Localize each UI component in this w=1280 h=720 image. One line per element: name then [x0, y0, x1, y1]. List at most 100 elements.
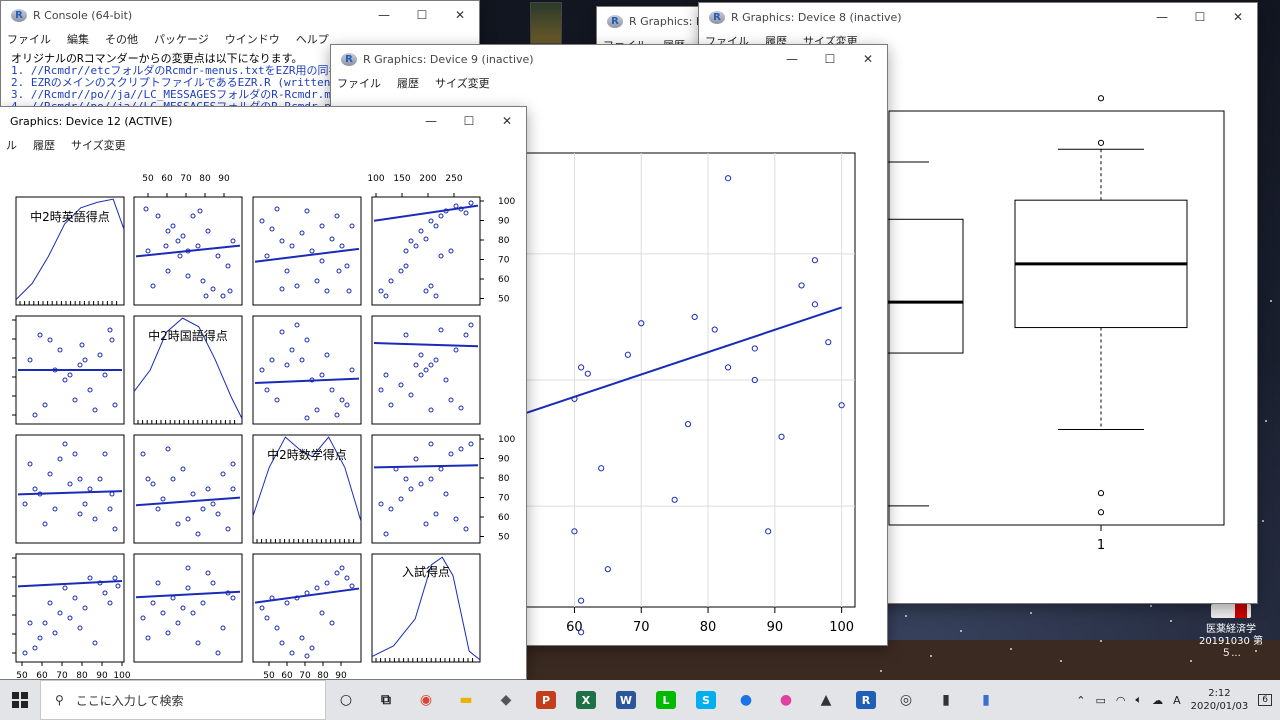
desktop-icon-pdf[interactable]: 医薬経済学 20191030 第５...	[1196, 604, 1266, 660]
axis-label: 50	[142, 174, 154, 184]
data-point	[57, 610, 63, 616]
data-point	[205, 570, 211, 576]
data-point	[210, 501, 216, 507]
axis-label: 80	[199, 174, 211, 184]
outlier-point	[1097, 509, 1105, 516]
video-icon[interactable]: ▮	[966, 680, 1006, 720]
data-point	[92, 516, 98, 522]
taskview-icon[interactable]: ⧉	[366, 680, 406, 720]
menu-item-1[interactable]: 編集	[67, 31, 89, 47]
menu-item-2[interactable]: サイズ変更	[435, 75, 490, 91]
panel-frame	[133, 434, 243, 544]
data-point	[190, 213, 196, 219]
data-point	[408, 238, 414, 244]
r-graphics-device12-window[interactable]: Graphics: Device 12 (ACTIVE) — ☐ ✕ ル履歴 サイズ変…	[0, 106, 527, 680]
search-box[interactable]: ⚲ ここに入力して検索	[40, 680, 326, 720]
menu-item-0[interactable]: ル	[6, 137, 17, 153]
data-point	[115, 583, 121, 589]
maximize-icon[interactable]: ☐	[450, 107, 488, 135]
app-icon[interactable]: ◆	[486, 680, 526, 720]
battery-icon[interactable]: ▭	[1095, 694, 1105, 707]
data-point	[230, 486, 236, 492]
data-point	[220, 625, 226, 631]
data-point	[423, 367, 429, 373]
fit-line	[254, 377, 360, 384]
data-point	[264, 253, 270, 259]
menu-item-5[interactable]: ヘルプ	[296, 31, 329, 47]
explorer-icon[interactable]: ▬	[446, 680, 486, 720]
obs-icon[interactable]: ◎	[886, 680, 926, 720]
maps-icon[interactable]: ●	[766, 680, 806, 720]
data-point	[453, 203, 459, 209]
start-button[interactable]	[0, 680, 40, 720]
menu-item-3[interactable]: パッケージ	[154, 31, 209, 47]
variable-label: 中2時国語得点	[148, 328, 228, 343]
film-icon[interactable]: ▮	[926, 680, 966, 720]
data-point	[604, 566, 611, 573]
excel-icon[interactable]: X	[566, 680, 606, 720]
wifi-icon[interactable]: ◠	[1116, 694, 1126, 707]
minimize-icon[interactable]: —	[1143, 3, 1181, 31]
line-icon[interactable]: L	[646, 680, 686, 720]
x-tick-label: 70	[633, 620, 650, 635]
menu-item-1[interactable]: 履歴	[397, 75, 419, 91]
data-point	[259, 605, 265, 611]
menu-bar: ファイル 履歴 サイズ変更	[331, 73, 887, 93]
minimize-icon[interactable]: —	[365, 1, 403, 29]
word-icon[interactable]: W	[606, 680, 646, 720]
desktop-thumbnail[interactable]	[530, 2, 562, 44]
chrome-icon[interactable]: ◉	[406, 680, 446, 720]
star	[1100, 640, 1102, 642]
volume-icon[interactable]: 🔈︎	[1135, 693, 1142, 707]
data-point	[433, 293, 439, 299]
cortana-icon[interactable]: ○	[326, 680, 366, 720]
menu-item-2[interactable]: その他	[105, 31, 138, 47]
data-point	[428, 407, 434, 413]
globe-icon[interactable]: ●	[726, 680, 766, 720]
skype-icon[interactable]: S	[686, 680, 726, 720]
maximize-icon[interactable]: ☐	[811, 45, 849, 73]
window-title: R Graphics: Device 9 (inactive)	[363, 52, 534, 66]
menu-item-4[interactable]: ウインドウ	[225, 31, 280, 47]
data-point	[578, 364, 585, 371]
title-bar[interactable]: R R Console (64-bit) — ☐ ✕	[1, 1, 479, 29]
r-icon[interactable]: R	[846, 680, 886, 720]
maximize-icon[interactable]: ☐	[403, 1, 441, 29]
title-bar[interactable]: R R Graphics: Device 9 (inactive) — ☐ ✕	[331, 45, 887, 73]
powerpoint-icon[interactable]: P	[526, 680, 566, 720]
data-point	[339, 243, 345, 249]
menu-item-1[interactable]: 履歴	[33, 137, 55, 153]
clock[interactable]: 2:12 2020/01/03	[1191, 687, 1249, 713]
data-point	[418, 352, 424, 358]
data-point	[711, 326, 718, 333]
data-point	[584, 370, 591, 377]
fit-line	[17, 490, 123, 496]
title-bar[interactable]: R R Graphics: Device 8 (inactive) — ☐ ✕	[699, 3, 1257, 31]
data-point	[304, 415, 310, 421]
minimize-icon[interactable]: —	[412, 107, 450, 135]
data-point	[778, 433, 785, 440]
data-point	[47, 471, 53, 477]
close-icon[interactable]: ✕	[488, 107, 526, 135]
menu-item-0[interactable]: ファイル	[7, 31, 51, 47]
close-icon[interactable]: ✕	[441, 1, 479, 29]
title-bar[interactable]: Graphics: Device 12 (ACTIVE) — ☐ ✕	[0, 107, 526, 135]
maximize-icon[interactable]: ☐	[1181, 3, 1219, 31]
photos-icon[interactable]: ▲	[806, 680, 846, 720]
menu-item-0[interactable]: ファイル	[337, 75, 381, 91]
menu-item-2[interactable]: サイズ変更	[71, 137, 126, 153]
notification-icon[interactable]: 6	[1258, 694, 1272, 706]
minimize-icon[interactable]: —	[773, 45, 811, 73]
ime-indicator[interactable]: A	[1173, 694, 1181, 707]
data-point	[230, 238, 236, 244]
data-point	[150, 481, 156, 487]
data-point	[82, 357, 88, 363]
line-glyph: L	[656, 691, 676, 709]
close-icon[interactable]: ✕	[849, 45, 887, 73]
data-point	[102, 372, 108, 378]
close-icon[interactable]: ✕	[1219, 3, 1257, 31]
cloud-icon[interactable]: ☁︎	[1152, 694, 1163, 707]
chevron-up-icon[interactable]: ⌃	[1076, 694, 1085, 707]
data-point	[319, 223, 325, 229]
star	[1010, 648, 1012, 650]
